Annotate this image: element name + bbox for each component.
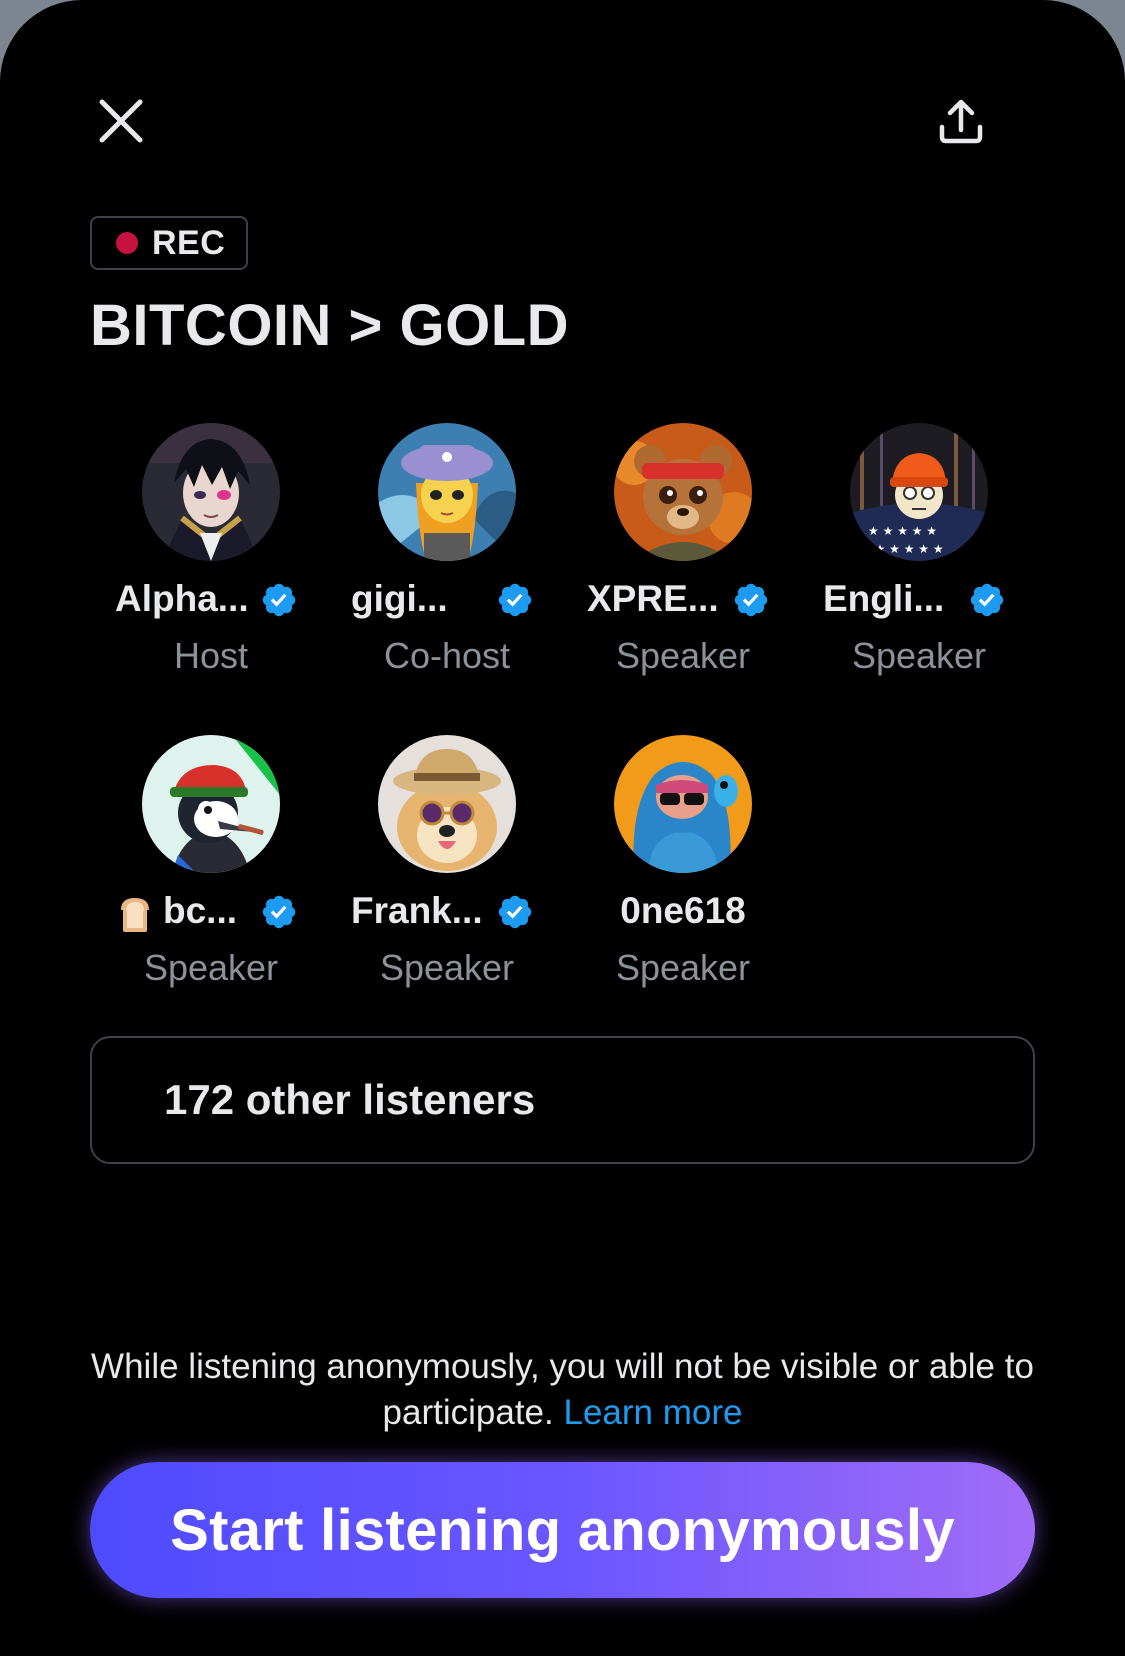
verified-badge-icon bbox=[498, 895, 532, 929]
cartoon-girl-hat-avatar bbox=[378, 423, 516, 561]
participant-name: 0ne618 bbox=[620, 890, 746, 931]
space-sheet: REC BITCOIN > GOLD Alpha... Host gigi...… bbox=[0, 0, 1125, 1656]
participant-name-row: Alpha... bbox=[93, 576, 329, 622]
svg-text:★ ★ ★ ★ ★: ★ ★ ★ ★ ★ bbox=[868, 524, 937, 538]
start-listening-label: Start listening anonymously bbox=[170, 1497, 955, 1563]
close-icon bbox=[99, 99, 143, 143]
participant-name: Alpha... bbox=[115, 578, 249, 619]
svg-text:★ ★ ★ ★ ★ ★: ★ ★ ★ ★ ★ ★ bbox=[860, 542, 944, 556]
verified-badge-icon bbox=[734, 583, 768, 617]
share-icon bbox=[939, 99, 983, 144]
bear-headband-avatar bbox=[614, 423, 752, 561]
start-listening-anonymously-button[interactable]: Start listening anonymously bbox=[90, 1462, 1035, 1598]
participant-name: bc... bbox=[163, 890, 238, 931]
other-listeners-count: 172 other listeners bbox=[164, 1076, 536, 1123]
bread-emoji-icon bbox=[121, 898, 149, 932]
verified-badge-icon bbox=[498, 583, 532, 617]
participant-name: Frank... bbox=[351, 890, 483, 931]
participant-role: Co-host bbox=[383, 635, 511, 676]
blue-hood-sunglasses-avatar bbox=[614, 735, 752, 873]
anonymous-notice: While listening anonymously, you will no… bbox=[90, 1344, 1035, 1436]
participant-role: Host bbox=[173, 635, 249, 676]
verified-badge-icon bbox=[262, 895, 296, 929]
close-button[interactable] bbox=[76, 76, 166, 166]
learn-more-link[interactable]: Learn more bbox=[563, 1393, 742, 1432]
orange-beanie-avatar: ★ ★ ★ ★ ★ ★ ★ ★ ★ ★ ★ bbox=[850, 423, 988, 561]
participant-role: Speaker bbox=[143, 947, 279, 988]
space-title: BITCOIN > GOLD bbox=[90, 293, 570, 358]
participant-role: Speaker bbox=[615, 947, 751, 988]
share-button[interactable] bbox=[916, 76, 1006, 166]
other-listeners-button[interactable]: 172 other listeners bbox=[90, 1036, 1035, 1164]
participant-role: Speaker bbox=[615, 635, 751, 676]
participant-name-row: gigi... bbox=[329, 576, 565, 622]
participant-role: Speaker bbox=[379, 947, 515, 988]
participant-name: XPRE... bbox=[587, 578, 719, 619]
dog-hat-sunglasses-avatar bbox=[378, 735, 516, 873]
participant-name-row: Frank... bbox=[329, 888, 565, 934]
recording-label: REC bbox=[152, 223, 226, 262]
recording-dot-icon bbox=[116, 232, 138, 254]
recording-badge: REC bbox=[90, 216, 248, 270]
participant-role: Speaker bbox=[851, 635, 987, 676]
participant-name: gigi... bbox=[351, 578, 448, 619]
participant-name-row: 🍞 bc... bbox=[93, 888, 329, 934]
participant-name-row: Engli... bbox=[801, 576, 1037, 622]
bird-cap-cigar-avatar bbox=[142, 735, 280, 873]
verified-badge-icon bbox=[262, 583, 296, 617]
participant-name: Engli... bbox=[823, 578, 945, 619]
participant-name-row: 0ne618 bbox=[565, 888, 801, 934]
anime-character-avatar bbox=[142, 423, 280, 561]
verified-badge-icon bbox=[970, 583, 1004, 617]
participant-name-row: XPRE... bbox=[565, 576, 801, 622]
